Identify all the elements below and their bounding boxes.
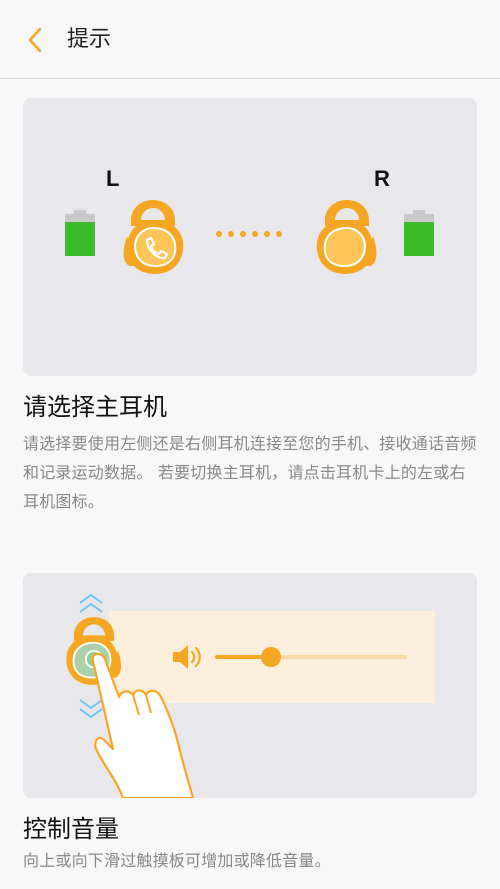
app-header: 提示 [0, 0, 500, 79]
section-title-primary-earbud: 请选择主耳机 [23, 393, 167, 421]
left-battery-icon [65, 210, 95, 256]
left-earbud-label: L [106, 166, 120, 191]
volume-slider-thumb[interactable] [261, 647, 281, 667]
right-battery-icon [404, 210, 434, 256]
volume-control-card [23, 573, 477, 798]
section-description-primary-earbud: 请选择要使用左侧还是右侧耳机连接至您的手机、接收通话音频和记录运动数据。 若要切… [23, 434, 477, 511]
page-title: 提示 [67, 27, 112, 52]
right-earbud-label: R [374, 166, 390, 191]
back-button[interactable] [20, 22, 50, 58]
chevron-left-icon [28, 27, 42, 53]
left-earbud-button[interactable] [117, 196, 189, 278]
swipe-up-arrows-icon [79, 593, 103, 613]
section-description-volume: 向上或向下滑过触摸板可增加或降低音量。 [23, 851, 331, 870]
section-title-volume: 控制音量 [23, 815, 119, 843]
right-earbud-button[interactable] [311, 196, 383, 278]
connection-dots [216, 231, 282, 237]
earbud-selection-card: L R [23, 98, 477, 376]
swipe-hand-icon [91, 652, 195, 798]
